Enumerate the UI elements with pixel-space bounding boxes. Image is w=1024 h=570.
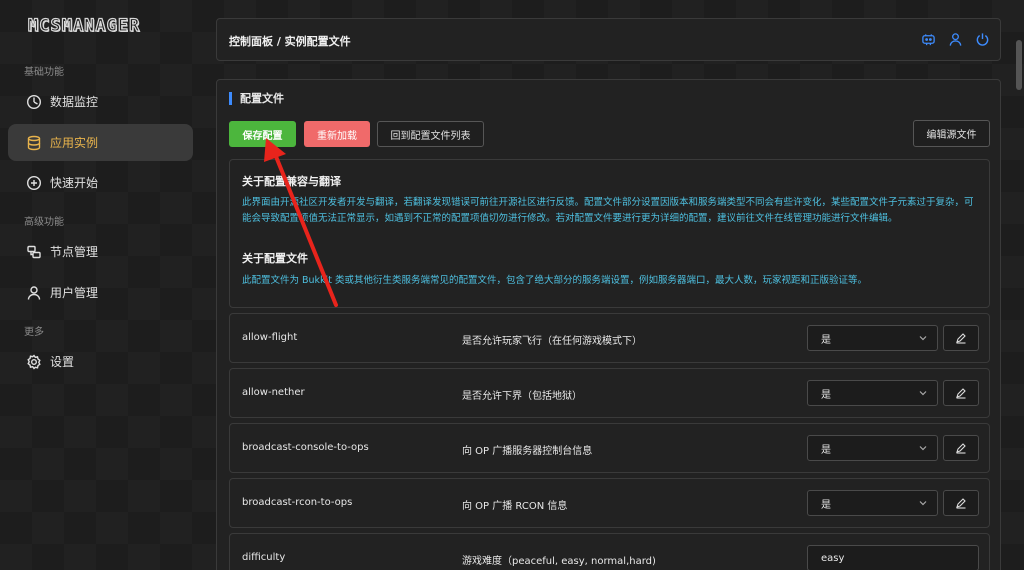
select-value: 是 — [821, 499, 831, 511]
config-description: 是否允许下界（包括地狱） — [462, 391, 582, 402]
chevron-down-icon — [919, 446, 927, 451]
config-key: allow-nether — [242, 387, 305, 398]
config-row: allow-nether 是否允许下界（包括地狱） 是 — [229, 368, 990, 418]
gear-icon — [26, 353, 42, 370]
info-text-compat: 此界面由开源社区开发者开发与翻译，若翻译发现错误可前往开源社区进行反馈。配置文件… — [242, 197, 974, 224]
sidebar-item-nodes[interactable]: 节点管理 — [8, 233, 193, 270]
nav-group-more: 更多 — [24, 327, 44, 338]
pencil-icon — [956, 388, 966, 399]
info-box: 关于配置兼容与翻译 此界面由开源社区开发者开发与翻译，若翻译发现错误可前往开源社… — [229, 159, 990, 308]
config-key: difficulty — [242, 552, 286, 563]
reload-button[interactable]: 重新加载 — [304, 121, 370, 147]
config-panel: 配置文件 保存配置 重新加载 回到配置文件列表 编辑源文件 关于配置兼容与翻译 … — [216, 79, 1001, 570]
sidebar-item-label: 设置 — [50, 355, 75, 369]
config-description: 游戏难度（peaceful, easy, normal,hard) — [462, 556, 656, 567]
config-description: 向 OP 广播服务器控制台信息 — [462, 446, 593, 457]
pencil-icon — [956, 443, 966, 454]
config-row: difficulty 游戏难度（peaceful, easy, normal,h… — [229, 533, 990, 570]
sidebar-item-label: 用户管理 — [50, 286, 99, 300]
sidebar-item-dashboard[interactable]: 数据监控 — [8, 83, 193, 120]
config-description: 向 OP 广播 RCON 信息 — [462, 501, 568, 512]
plus-circle-icon — [26, 175, 42, 191]
sidebar-item-instances[interactable]: 应用实例 — [8, 124, 193, 161]
breadcrumb: 控制面板 / 实例配置文件 — [229, 35, 351, 48]
robot-icon[interactable] — [921, 32, 936, 47]
sidebar-item-label: 应用实例 — [50, 136, 99, 150]
nav-group-advanced: 高级功能 — [24, 217, 64, 228]
edit-value-button[interactable] — [943, 435, 979, 461]
config-row: allow-flight 是否允许玩家飞行（在任何游戏模式下） 是 — [229, 313, 990, 363]
power-icon[interactable] — [975, 32, 990, 47]
cluster-icon — [26, 244, 42, 260]
sidebar-item-label: 节点管理 — [50, 245, 99, 259]
config-key: broadcast-rcon-to-ops — [242, 497, 353, 508]
header-icons — [921, 32, 990, 47]
database-icon — [26, 135, 42, 151]
info-text-config: 此配置文件为 Bukkit 类或其他衍生类服务端常见的配置文件，包含了绝大部分的… — [242, 275, 867, 286]
config-key: allow-flight — [242, 332, 298, 343]
config-description: 是否允许玩家飞行（在任何游戏模式下） — [462, 336, 642, 347]
edit-value-button[interactable] — [943, 380, 979, 406]
config-key: broadcast-console-to-ops — [242, 442, 369, 453]
pencil-icon — [956, 333, 966, 344]
config-row: broadcast-console-to-ops 向 OP 广播服务器控制台信息… — [229, 423, 990, 473]
sidebar: MCSMANAGER 基础功能 数据监控 应用实例 快速开始 高级功能 节点管理… — [0, 0, 200, 570]
edit-value-button[interactable] — [943, 490, 979, 516]
dashboard-icon — [26, 94, 42, 110]
sidebar-item-label: 快速开始 — [50, 176, 99, 190]
sidebar-item-label: 数据监控 — [50, 95, 99, 109]
header-bar: 控制面板 / 实例配置文件 — [216, 18, 1001, 61]
info-heading-config: 关于配置文件 — [242, 252, 308, 265]
select-value: 是 — [821, 389, 831, 401]
user-icon[interactable] — [948, 32, 963, 47]
config-select[interactable]: 是 — [807, 325, 938, 351]
edit-source-button[interactable]: 编辑源文件 — [913, 120, 990, 147]
nav-group-basic: 基础功能 — [24, 67, 64, 78]
app-logo: MCSMANAGER — [27, 15, 141, 36]
section-title: 配置文件 — [229, 92, 284, 105]
select-value: 是 — [821, 444, 831, 456]
info-heading-compat: 关于配置兼容与翻译 — [242, 175, 341, 188]
config-select[interactable]: 是 — [807, 380, 938, 406]
config-text-input[interactable]: easy — [807, 545, 979, 570]
save-config-button[interactable]: 保存配置 — [229, 121, 296, 147]
back-to-list-button[interactable]: 回到配置文件列表 — [377, 121, 484, 147]
config-row: broadcast-rcon-to-ops 向 OP 广播 RCON 信息 是 — [229, 478, 990, 528]
chevron-down-icon — [919, 391, 927, 396]
sidebar-item-quickstart[interactable]: 快速开始 — [8, 164, 193, 201]
config-select[interactable]: 是 — [807, 435, 938, 461]
chevron-down-icon — [919, 501, 927, 506]
user-icon — [26, 285, 42, 301]
chevron-down-icon — [919, 336, 927, 341]
config-select[interactable]: 是 — [807, 490, 938, 516]
select-value: 是 — [821, 334, 831, 346]
edit-value-button[interactable] — [943, 325, 979, 351]
sidebar-item-settings[interactable]: 设置 — [8, 343, 193, 380]
page-scrollbar[interactable] — [1016, 40, 1022, 90]
pencil-icon — [956, 498, 966, 509]
sidebar-item-users[interactable]: 用户管理 — [8, 274, 193, 311]
